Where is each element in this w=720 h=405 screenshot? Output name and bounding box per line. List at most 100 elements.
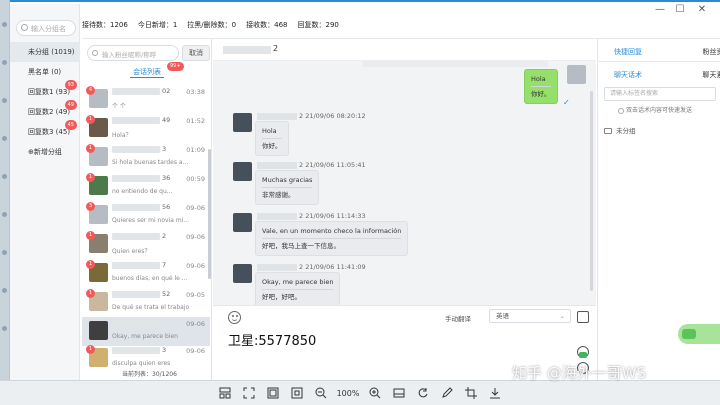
group-label: 黑名单 (0) xyxy=(28,68,62,76)
tab-underline xyxy=(130,77,164,78)
session-item[interactable]: 3 56 09-06 Quieres ser mi novia mi... xyxy=(82,201,210,230)
crop-icon[interactable] xyxy=(463,385,479,401)
script-group-ungrouped[interactable]: 未分组 xyxy=(604,125,636,135)
unread-badge: 1 xyxy=(86,289,95,298)
session-item[interactable]: 1 52 09-05 De qué se trata el trabajo xyxy=(82,288,210,317)
contact-name: 02 xyxy=(162,87,171,95)
message-meta: 2 21/09/06 08:20:12 xyxy=(257,112,366,120)
fit-screen-icon[interactable] xyxy=(241,385,257,401)
edit-icon[interactable] xyxy=(439,385,455,401)
dock-icon[interactable] xyxy=(391,385,407,401)
group-item-reply1[interactable]: 回复数1 (93) 93 xyxy=(10,80,80,102)
contact-name-redacted xyxy=(112,204,160,211)
session-time: 01:52 xyxy=(186,117,205,125)
message-translation: 好吧，好吧。 xyxy=(262,293,301,301)
avatar xyxy=(89,321,108,340)
session-time: 09-06 xyxy=(186,347,205,355)
layout-icon[interactable] xyxy=(217,385,233,401)
session-item[interactable]: 1 3 01:09 Si hola buenas tardes a... xyxy=(82,143,210,172)
add-group-button[interactable]: ⊕新增分组 xyxy=(10,142,80,162)
actual-size-icon[interactable] xyxy=(289,385,305,401)
close-button[interactable]: ✕ xyxy=(692,4,712,15)
group-item-blacklist[interactable]: 黑名单 (0) xyxy=(10,62,80,82)
tab-fan-info[interactable]: 粉丝资 xyxy=(693,47,720,57)
checkbox-label: 双击话术内容可快速发送 xyxy=(626,107,693,114)
contact-name-redacted xyxy=(112,347,160,354)
group-item-ungrouped[interactable]: 未分组 (1019) xyxy=(10,42,80,62)
minimize-button[interactable]: — xyxy=(650,4,670,15)
group-search-input[interactable]: 输入分组名 xyxy=(16,20,76,36)
incoming-message-bubble: Vale, en un momento checo la información… xyxy=(255,221,409,256)
stat-replies: 回复数：290 xyxy=(297,21,339,29)
zoom-level: 100% xyxy=(336,388,360,398)
contact-name: 3 xyxy=(162,346,167,354)
unread-badge: 1 xyxy=(86,231,95,240)
quick-send-checkbox[interactable]: 双击话术内容可快速发送 xyxy=(618,105,692,114)
group-label: 回复数2 (49) xyxy=(28,108,71,116)
strip-dot xyxy=(2,136,7,141)
session-item[interactable]: 1 2 09-06 Quien eres？ xyxy=(82,230,210,259)
session-count-badge: 99+ xyxy=(167,62,184,71)
floating-chat-button[interactable] xyxy=(678,324,720,344)
viewer-toolbar: 100% xyxy=(0,380,720,405)
session-item[interactable]: 1 36 00:59 no entiendo de qu... xyxy=(82,172,210,201)
stats-bar: 接待数：1206 今日新增：1 拉黑/删除数：0 接收数：468 回复数：290 xyxy=(82,16,592,34)
unread-badge: 45 xyxy=(64,120,77,130)
message-original: Okay, me parece bien xyxy=(262,278,334,286)
unread-badge: 4 xyxy=(86,86,95,95)
search-icon xyxy=(21,24,28,31)
stat-new-today: 今日新增：1 xyxy=(137,21,178,29)
faded-previous-message xyxy=(363,61,548,67)
chevron-down-icon: ⌄ xyxy=(559,312,565,320)
download-icon[interactable] xyxy=(487,385,503,401)
message-preview: Quieres ser mi novia mi... xyxy=(112,217,190,224)
tab-session-list[interactable]: 会话列表 xyxy=(82,67,212,77)
tag-search-input[interactable]: 请输入标签名搜索 xyxy=(604,87,716,101)
tab-quick-reply[interactable]: 快捷回复 xyxy=(598,47,658,57)
session-item-selected[interactable]: 09-06 Okay, me parece bien xyxy=(82,317,210,346)
session-time: 09-06 xyxy=(186,204,205,212)
group-label: 未分组 (1019) xyxy=(28,48,75,56)
message-original: Hola xyxy=(531,75,546,83)
message-original: Vale, en un momento checo la información xyxy=(262,227,402,235)
session-time: 03:38 xyxy=(186,88,205,96)
maximize-button[interactable]: ☐ xyxy=(670,4,690,15)
contact-name-redacted xyxy=(112,320,160,327)
unread-badge: 1 xyxy=(86,260,95,269)
copy-icon[interactable] xyxy=(577,311,589,323)
tab-chat-script[interactable]: 聊天话术 xyxy=(598,70,658,80)
session-item[interactable]: 1 49 01:52 Hola？ xyxy=(82,114,210,143)
group-item-reply2[interactable]: 回复数2 (49) 49 xyxy=(10,100,80,122)
session-time: 09-05 xyxy=(186,291,205,299)
rotate-icon[interactable] xyxy=(415,385,431,401)
tab-chat-material[interactable]: 聊天素 xyxy=(693,70,720,80)
language-select[interactable]: 英语 ⌄ xyxy=(489,309,571,323)
contact-name-redacted xyxy=(112,117,160,124)
session-item[interactable]: 1 7 09-06 buenos días, en qué le ... xyxy=(82,259,210,288)
translate-mode-label[interactable]: 手动翻译 xyxy=(445,313,471,323)
cancel-button[interactable]: 取消 xyxy=(182,45,210,61)
language-value: 英语 xyxy=(496,312,509,320)
contact-avatar xyxy=(233,213,252,232)
message-preview: Quien eres？ xyxy=(112,248,151,255)
session-time: 09-06 xyxy=(186,320,205,328)
zoom-in-icon[interactable] xyxy=(367,385,383,401)
contact-name-redacted xyxy=(112,146,160,153)
emoji-icon[interactable] xyxy=(228,311,241,324)
gallery-icon[interactable] xyxy=(265,385,281,401)
session-search-input[interactable]: 输入粉丝昵称/称呼 xyxy=(87,45,179,61)
strip-dot xyxy=(2,288,7,293)
session-scrollbar[interactable] xyxy=(208,149,211,279)
contact-name: 56 xyxy=(162,203,171,211)
contact-name: 49 xyxy=(162,116,171,124)
session-item[interactable]: 4 02 03:38 个 个 xyxy=(82,85,210,114)
chat-contact-redacted xyxy=(223,46,271,54)
message-input[interactable]: 卫星:5577850 xyxy=(228,330,316,349)
unread-badge: 93 xyxy=(64,80,77,90)
folder-icon xyxy=(604,128,612,134)
contact-name-redacted xyxy=(112,88,160,95)
group-item-reply3[interactable]: 回复数3 (45) 45 xyxy=(10,120,80,142)
search-icon xyxy=(92,50,98,56)
zoom-out-icon[interactable] xyxy=(313,385,329,401)
chat-scrollbar[interactable] xyxy=(590,91,593,291)
